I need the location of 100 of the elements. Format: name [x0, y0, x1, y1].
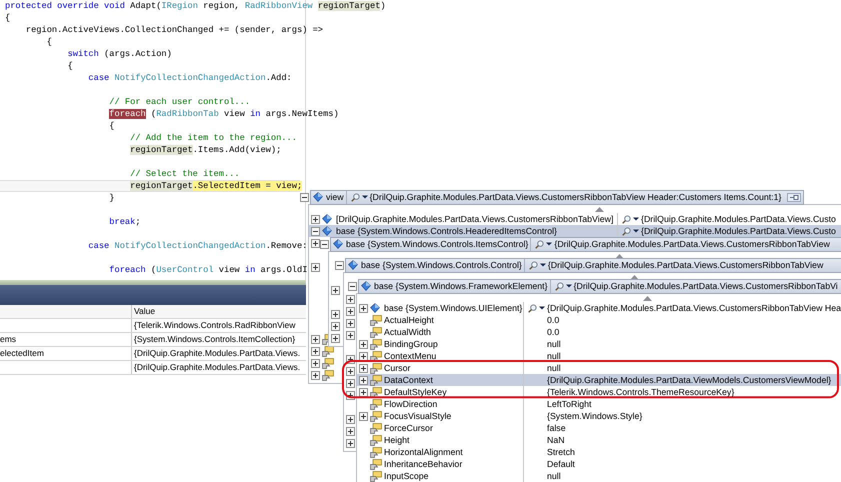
caret-icon[interactable]	[362, 195, 368, 199]
plus-box-icon[interactable]	[359, 364, 368, 372]
diamond-icon	[313, 192, 323, 202]
magnifier-icon[interactable]	[535, 240, 544, 248]
variable-value: {DrilQuip.Graphite.Modules.PartData.Views.CustomersRibbonTabView Header:Customers Items.Count:1}	[370, 192, 782, 202]
diamond-icon	[322, 214, 332, 224]
plus-box-icon[interactable]	[359, 352, 368, 360]
property-name: InheritanceBehavior	[384, 458, 462, 470]
property-name: base {System.Windows.UIElement}	[384, 302, 522, 314]
caret-icon[interactable]	[633, 229, 639, 233]
plus-box-icon[interactable]	[346, 426, 355, 436]
property-name: ActualWidth	[384, 326, 431, 338]
scroll-up-arrow[interactable]	[642, 296, 652, 300]
property-icon	[322, 370, 334, 380]
code-line: protected override void Adapt(IRegion region, RadRibbonView regionTarget)	[5, 0, 386, 12]
code-line: // Select the item...	[129, 168, 240, 180]
minus-box-icon[interactable]	[300, 192, 309, 202]
code-line: regionTarget.Items.Add(view);	[129, 144, 282, 156]
plus-box-icon[interactable]	[346, 414, 355, 424]
property-value: 0.0	[547, 326, 560, 338]
property-value: null	[547, 362, 561, 374]
code-line: {	[66, 60, 73, 72]
magnifier-icon[interactable]	[350, 192, 360, 202]
code-line: case NotifyCollectionChangedAction.Add:	[87, 72, 292, 84]
plus-box-icon[interactable]	[311, 346, 320, 356]
property-name: Height	[384, 434, 410, 446]
minus-box-icon[interactable]	[335, 260, 344, 270]
property-value: null	[547, 350, 561, 362]
magnifier-icon[interactable]	[528, 260, 538, 270]
magnifier-icon[interactable]	[622, 226, 631, 236]
property-value: {DrilQuip.Graphite.Modules.PartData.Views.Custo	[641, 213, 836, 225]
code-line: foreach (UserControl view in args.OldI	[108, 264, 308, 276]
plus-box-icon[interactable]	[311, 358, 320, 368]
selected-row[interactable]: DataContext {DrilQuip.Graphite.Modules.PartData.ViewModels.CustomersViewModel}	[357, 374, 841, 386]
code-line: case NotifyCollectionChangedAction.Remove:	[87, 240, 308, 252]
plus-box-icon[interactable]	[311, 214, 320, 224]
caret-icon[interactable]	[566, 284, 572, 288]
plus-box-icon[interactable]	[311, 238, 320, 248]
plus-box-icon[interactable]	[346, 378, 355, 388]
property-icon	[370, 314, 382, 326]
property-name: DataContext	[384, 374, 433, 386]
property-icon	[370, 350, 382, 362]
selected-row[interactable]: base {System.Windows.Controls.HeaderedItemsControl} {DrilQuip.Graphite.Modules.PartData.Views.Custo	[309, 225, 841, 237]
property-icon	[322, 346, 334, 356]
table-cell: {DrilQuip.Graphite.Modules.PartData.Views.	[131, 347, 306, 360]
variable-name: view	[326, 192, 344, 202]
plus-box-icon[interactable]	[346, 330, 355, 340]
plus-box-icon[interactable]	[331, 310, 340, 318]
magnifier-icon[interactable]	[528, 304, 537, 312]
property-name: [DrilQuip.Graphite.Modules.PartData.Views.CustomersRibbonTabView]	[336, 213, 614, 225]
caret-icon[interactable]	[540, 263, 546, 267]
diamond-icon	[361, 281, 371, 291]
property-value: 0.0	[547, 314, 560, 326]
property-value: {Telerik.Windows.Controls.ThemeResourceKey}	[547, 386, 734, 398]
plus-box-icon[interactable]	[346, 306, 355, 316]
property-name: ActualHeight	[384, 314, 434, 326]
plus-box-icon[interactable]	[346, 366, 355, 376]
code-line: {	[108, 120, 114, 132]
variable-value: {DrilQuip.Graphite.Modules.PartData.Views.CustomersRibbonTabVi	[574, 281, 838, 291]
magnifier-icon[interactable]	[554, 282, 564, 290]
caret-icon[interactable]	[546, 242, 552, 246]
variable-value: {DrilQuip.Graphite.Modules.PartData.Views.CustomersRibbonTabView	[548, 260, 824, 270]
property-value: null	[547, 338, 561, 350]
minus-box-icon[interactable]	[348, 282, 357, 290]
code-line: switch (args.Action)	[66, 48, 172, 60]
caret-icon[interactable]	[633, 217, 639, 221]
property-value: {DrilQuip.Graphite.Modules.PartData.Views.Custo	[641, 225, 836, 237]
plus-box-icon[interactable]	[331, 334, 340, 342]
plus-box-icon[interactable]	[359, 388, 368, 396]
property-name: InputScope	[384, 470, 429, 482]
diamond-icon	[348, 260, 358, 270]
plus-box-icon[interactable]	[359, 304, 368, 312]
pin-icon[interactable]	[787, 192, 802, 202]
plus-box-icon[interactable]	[359, 376, 368, 384]
plus-box-icon[interactable]	[331, 286, 340, 294]
variable-name: base {System.Windows.FrameworkElement}	[374, 281, 548, 291]
property-icon	[370, 422, 382, 434]
minus-box-icon[interactable]	[311, 226, 320, 236]
diamond-icon	[333, 239, 343, 249]
plus-box-icon[interactable]	[331, 322, 340, 330]
plus-box-icon[interactable]	[346, 438, 355, 448]
property-name: ContextMenu	[384, 350, 436, 362]
code-line: foreach (RadRibbonTab view in args.NewItems)	[108, 108, 339, 120]
property-name: FocusVisualStyle	[384, 410, 452, 422]
plus-box-icon[interactable]	[359, 340, 368, 348]
plus-box-icon[interactable]	[359, 412, 368, 420]
plus-box-icon[interactable]	[311, 262, 320, 272]
property-value: {DrilQuip.Graphite.Modules.PartData.Views.CustomersRibbonTabView Hea	[547, 302, 841, 314]
property-value: NaN	[547, 434, 565, 446]
caret-icon[interactable]	[539, 306, 545, 310]
variable-name: base {System.Windows.Controls.Control}	[361, 260, 522, 270]
minus-box-icon[interactable]	[320, 240, 329, 248]
code-line: break;	[108, 216, 141, 228]
plus-box-icon[interactable]	[346, 294, 355, 304]
magnifier-icon[interactable]	[622, 214, 631, 224]
plus-box-icon[interactable]	[311, 370, 320, 380]
property-name: Cursor	[384, 362, 410, 374]
scroll-up-arrow[interactable]	[594, 206, 604, 212]
plus-box-icon[interactable]	[311, 334, 320, 344]
plus-box-icon[interactable]	[346, 318, 355, 328]
